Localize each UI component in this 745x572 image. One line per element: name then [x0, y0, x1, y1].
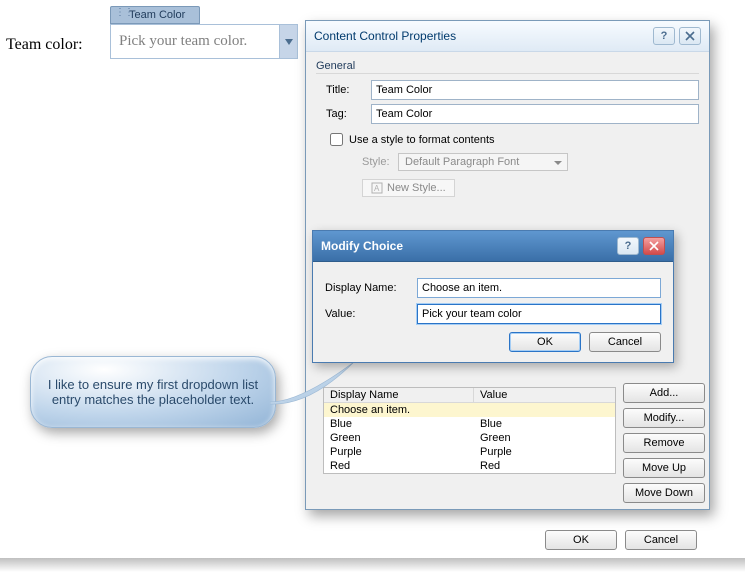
callout-bubble: I like to ensure my first dropdown list … [30, 356, 276, 428]
list-cell [474, 403, 615, 417]
list-cell: Blue [474, 417, 615, 431]
modify-button[interactable]: Modify... [623, 408, 705, 428]
style-select: Default Paragraph Font [398, 153, 568, 171]
display-name-input[interactable] [417, 278, 661, 298]
close-button[interactable] [643, 237, 665, 255]
list-row[interactable]: Red Red [324, 459, 615, 473]
list-cell: Purple [324, 445, 474, 459]
use-style-label: Use a style to format contents [349, 134, 495, 146]
content-control: Team Color Pick your team color. [110, 6, 298, 59]
new-style-label: New Style... [387, 182, 446, 194]
content-control-placeholder: Pick your team color. [111, 25, 279, 58]
list-header-value: Value [474, 388, 615, 402]
help-button[interactable]: ? [617, 237, 639, 255]
content-control-box[interactable]: Pick your team color. [110, 24, 298, 59]
dialog-titlebar[interactable]: Content Control Properties ? [306, 21, 709, 52]
use-style-checkbox[interactable] [330, 133, 343, 146]
list-row[interactable]: Green Green [324, 431, 615, 445]
remove-button[interactable]: Remove [623, 433, 705, 453]
page-shadow [0, 558, 745, 572]
list-cell: Green [324, 431, 474, 445]
content-control-tab[interactable]: Team Color [110, 6, 200, 24]
ok-button[interactable]: OK [509, 332, 581, 352]
title-label: Title: [326, 84, 371, 96]
cancel-button[interactable]: Cancel [589, 332, 661, 352]
callout-tail [270, 362, 354, 412]
list-cell: Blue [324, 417, 474, 431]
move-up-button[interactable]: Move Up [623, 458, 705, 478]
list-cell: Green [474, 431, 615, 445]
list-cell: Red [474, 459, 615, 473]
cancel-button[interactable]: Cancel [625, 530, 697, 550]
list-cell: Red [324, 459, 474, 473]
list-row[interactable]: Purple Purple [324, 445, 615, 459]
title-input[interactable] [371, 80, 699, 100]
list-header-row: Display Name Value [324, 388, 615, 403]
add-button[interactable]: Add... [623, 383, 705, 403]
list-side-buttons: Add... Modify... Remove Move Up Move Dow… [623, 383, 705, 503]
dialog-title: Content Control Properties [314, 29, 456, 43]
svg-text:A: A [374, 184, 380, 193]
dialog-bottom-buttons: OK Cancel [545, 530, 697, 550]
list-row[interactable]: Blue Blue [324, 417, 615, 431]
sub-dialog-title: Modify Choice [321, 239, 403, 253]
list-row[interactable]: Choose an item. [324, 403, 615, 417]
help-button[interactable]: ? [653, 27, 675, 45]
move-down-button[interactable]: Move Down [623, 483, 705, 503]
modify-choice-dialog: Modify Choice ? Display Name: Value: OK … [312, 230, 674, 363]
new-style-button: A New Style... [362, 179, 455, 197]
tag-input[interactable] [371, 104, 699, 124]
sub-dialog-titlebar[interactable]: Modify Choice ? [313, 231, 673, 262]
value-label: Value: [325, 308, 417, 320]
tag-label: Tag: [326, 108, 371, 120]
value-input[interactable] [417, 304, 661, 324]
document-field-label: Team color: [6, 36, 83, 54]
close-button[interactable] [679, 27, 701, 45]
display-name-label: Display Name: [325, 282, 417, 294]
ok-button[interactable]: OK [545, 530, 617, 550]
dropdown-arrow-icon[interactable] [279, 25, 297, 58]
dropdown-list-table[interactable]: Display Name Value Choose an item. Blue … [323, 387, 616, 474]
general-group-caption: General [316, 58, 699, 74]
list-cell: Purple [474, 445, 615, 459]
style-label: Style: [362, 156, 398, 168]
